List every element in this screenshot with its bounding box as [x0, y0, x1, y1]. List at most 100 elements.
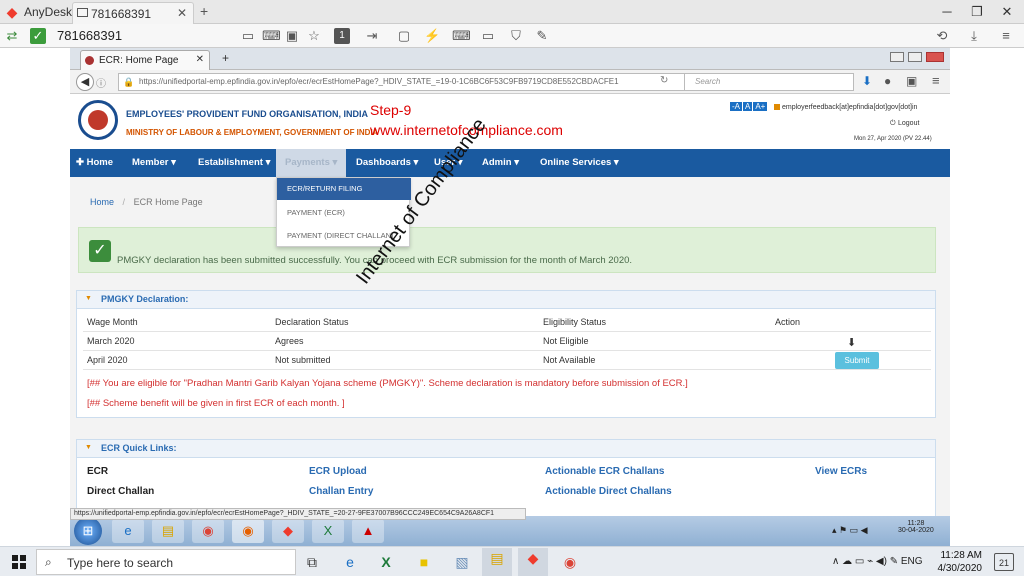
close-tab-icon[interactable]: ✕ — [177, 6, 187, 20]
ministry-name: MINISTRY OF LABOUR & EMPLOYMENT, GOVERNM… — [126, 128, 379, 137]
status-bar-url: https://unifiedportal-emp.epfindia.gov.i… — [70, 508, 526, 520]
local-taskbar: ⌕ Type here to search ⧉ e X ■ ▧ ▤ ◆ ◉ ∧ … — [0, 546, 1024, 576]
keyboard-layout-icon[interactable]: ⌨ — [452, 28, 471, 44]
back-icon[interactable]: ◀ — [76, 73, 94, 91]
action-icon[interactable]: ⚡ — [424, 28, 440, 44]
clipboard-icon[interactable]: ▣ — [284, 28, 300, 44]
download-icon[interactable]: ⬇ — [862, 74, 872, 88]
ql-challan-entry[interactable]: Challan Entry — [309, 486, 373, 497]
menu-icon[interactable]: ≡ — [998, 28, 1014, 44]
window-icon[interactable]: ▭ — [240, 28, 256, 44]
info-icon[interactable]: ⓘ — [96, 75, 106, 90]
start-orb-icon[interactable]: ⊞ — [74, 517, 102, 545]
minimize-icon[interactable]: ─ — [932, 3, 962, 21]
close-window-icon[interactable] — [926, 52, 944, 62]
keyboard-icon[interactable]: ⌨ — [262, 28, 281, 44]
browser-menu-icon[interactable]: ≡ — [932, 73, 940, 88]
minimize-icon[interactable] — [890, 52, 904, 62]
restore-icon[interactable]: ❐ — [962, 3, 992, 21]
anydesk-icon[interactable]: ◆ — [518, 548, 548, 576]
new-tab-icon[interactable]: + — [222, 51, 229, 65]
anydesk-session-tab[interactable]: 781668391 ✕ — [72, 2, 194, 24]
pmgky-panel: ▼ PMGKY Declaration: Wage Month Declarat… — [76, 290, 936, 418]
menu-online-services[interactable]: Online Services ▾ — [540, 157, 619, 168]
tray-icons[interactable]: ▴ ⚑ ▭ ◀ — [832, 525, 868, 536]
url-text: https://unifiedportal-emp.epfindia.gov.i… — [139, 77, 619, 86]
windows-start-icon[interactable] — [12, 555, 26, 569]
display-icon[interactable]: ▭ — [480, 28, 496, 44]
cell-declaration: Agrees — [275, 336, 304, 346]
submit-button[interactable]: Submit — [835, 352, 879, 369]
breadcrumb-home[interactable]: Home — [90, 197, 114, 207]
step-label: Step-9 — [370, 102, 412, 118]
anydesk-address[interactable]: 781668391 — [57, 28, 122, 43]
search-input[interactable]: Search — [684, 73, 854, 91]
chrome-icon[interactable]: ◉ — [560, 552, 580, 572]
excel-icon[interactable]: X — [312, 519, 344, 543]
reload-icon[interactable]: ↻ — [660, 75, 668, 86]
anydesk-icon[interactable]: ◆ — [272, 519, 304, 543]
font-increase-button[interactable]: A+ — [753, 102, 768, 111]
download-icon[interactable]: ⬇ — [847, 336, 856, 349]
font-size-controls: -A A A+ — [730, 102, 768, 111]
font-decrease-button[interactable]: -A — [730, 102, 742, 111]
main-menu: ✚ Home Member ▾ Establishment ▾ Payments… — [70, 149, 950, 177]
pdf-icon[interactable]: ▲ — [352, 519, 384, 543]
menu-payments[interactable]: Payments ▾ — [276, 149, 346, 177]
feedback-email[interactable]: employerfeedback[at]epfindia[dot]gov[dot… — [782, 104, 917, 111]
header-datetime: Mon 27, Apr 2020 (PV 22.44) — [854, 136, 932, 142]
quicklinks-panel-header[interactable]: ▼ ECR Quick Links: — [77, 440, 935, 458]
excel-icon[interactable]: X — [376, 552, 396, 572]
chat-icon[interactable]: ● — [884, 74, 891, 88]
sidebar-icon[interactable]: ▣ — [906, 74, 917, 88]
menu-dashboards[interactable]: Dashboards ▾ — [356, 157, 418, 168]
anydesk-app-name: AnyDesk — [24, 5, 73, 19]
notification-count: 21 — [998, 558, 1009, 568]
cell-declaration: Not submitted — [275, 355, 331, 365]
main-content: Home / ECR Home Page ✓ PMGKY declaration… — [70, 177, 950, 516]
close-tab-icon[interactable]: ✕ — [196, 54, 204, 65]
pmgky-panel-header[interactable]: ▼ PMGKY Declaration: — [77, 291, 935, 309]
search-icon: ⌕ — [45, 555, 52, 569]
font-normal-button[interactable]: A — [743, 102, 753, 111]
explorer-icon[interactable]: ▤ — [152, 519, 184, 543]
firefox-icon[interactable]: ◉ — [232, 519, 264, 543]
ql-actionable-direct-challans[interactable]: Actionable Direct Challans — [545, 486, 672, 497]
star-icon[interactable]: ☆ — [306, 28, 322, 44]
menu-member[interactable]: Member ▾ — [132, 157, 176, 168]
menu-admin[interactable]: Admin ▾ — [482, 157, 519, 168]
connection-icon[interactable]: ⇄ — [4, 28, 20, 44]
new-tab-icon[interactable]: + — [200, 3, 208, 19]
col-action: Action — [775, 317, 801, 327]
notification-center-icon[interactable]: 21 — [994, 553, 1014, 571]
menu-establishment[interactable]: Establishment ▾ — [198, 157, 270, 168]
ql-actionable-ecr-challans[interactable]: Actionable ECR Challans — [545, 466, 664, 477]
close-window-icon[interactable]: ✕ — [992, 3, 1022, 21]
edge-icon[interactable]: e — [340, 552, 360, 572]
file-explorer-icon[interactable]: ▤ — [482, 548, 512, 576]
restore-icon[interactable] — [908, 52, 922, 62]
system-tray-icons[interactable]: ∧ ☁ ▭ ⌁ ◀) ✎ ENG — [832, 556, 923, 567]
ql-view-ecrs[interactable]: View ECRs — [815, 466, 867, 477]
ql-ecr-upload[interactable]: ECR Upload — [309, 466, 367, 477]
local-time: 11:28 AM — [940, 550, 982, 561]
task-view-icon[interactable]: ⧉ — [302, 552, 322, 572]
dropdown-item-payment-ecr[interactable]: PAYMENT (ECR) — [277, 202, 411, 224]
chat-icon[interactable]: ▢ — [396, 28, 412, 44]
dropdown-item-ecr-return-filing[interactable]: ECR/RETURN FILING — [277, 178, 411, 200]
ie-icon[interactable]: e — [112, 519, 144, 543]
chrome-icon[interactable]: ◉ — [192, 519, 224, 543]
download-icon[interactable]: ⤓ — [966, 28, 982, 44]
app-icon[interactable]: ▧ — [452, 552, 472, 572]
url-bar[interactable]: 🔒 https://unifiedportal-emp.epfindia.gov… — [118, 73, 748, 91]
history-icon[interactable]: ⟲ — [934, 28, 950, 44]
shield-icon[interactable]: ⛉ — [508, 28, 524, 44]
logout-link[interactable]: Logout — [898, 120, 919, 127]
table-row: April 2020 Not submitted Not Available S… — [83, 351, 931, 370]
menu-home[interactable]: ✚ Home — [76, 157, 113, 168]
browser-tab[interactable]: ECR: Home Page ✕ — [80, 50, 210, 70]
taskbar-search[interactable]: ⌕ Type here to search — [36, 549, 296, 575]
sticky-notes-icon[interactable]: ■ — [414, 552, 434, 572]
file-transfer-icon[interactable]: ⇥ — [364, 28, 380, 44]
monitor-1-icon[interactable]: 1 — [334, 28, 350, 44]
